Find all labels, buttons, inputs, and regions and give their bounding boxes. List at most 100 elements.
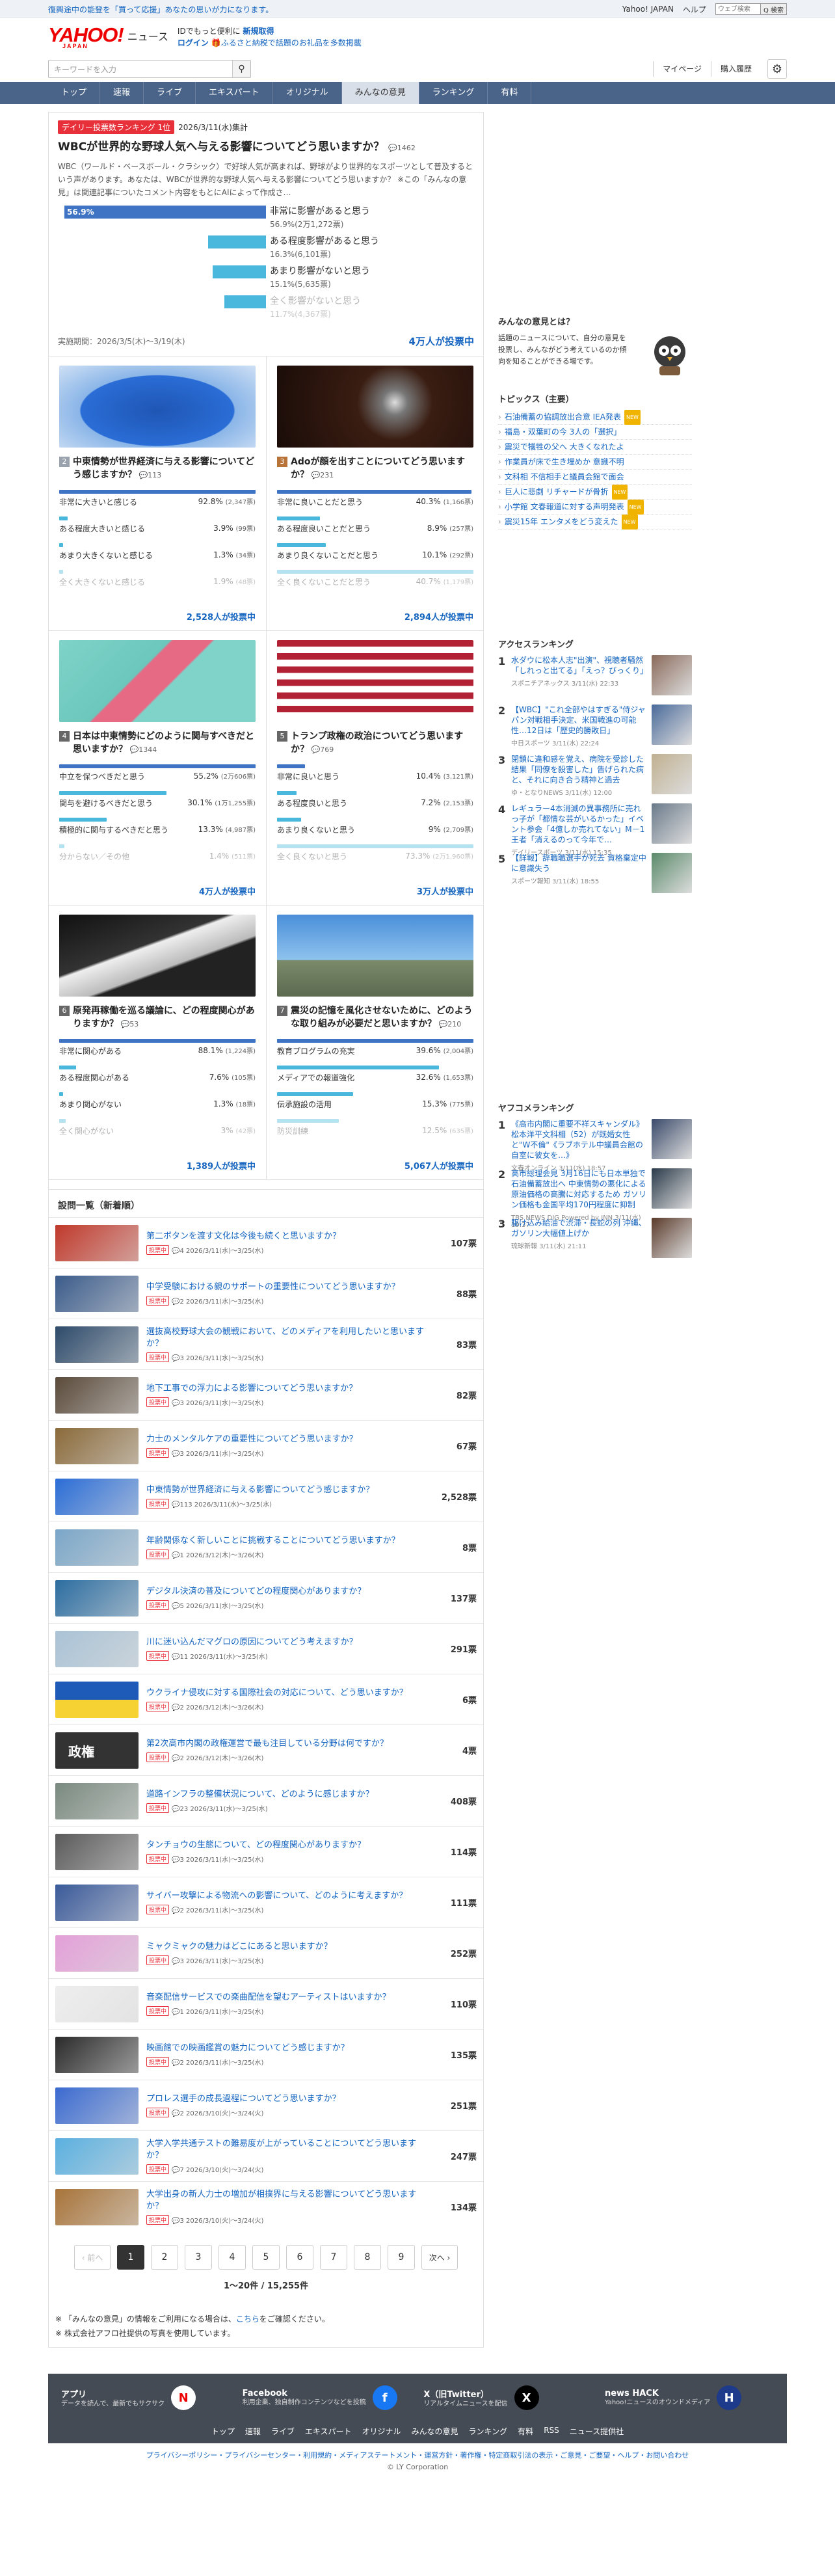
poll-option[interactable]: 中立を保つべきだと思う 55.2% (2万606票): [59, 764, 256, 782]
topic-item[interactable]: 震災で犠牲の父へ 大きくなれたよ: [498, 440, 692, 455]
question-title[interactable]: 第2次高市内閣の政権運営で最も注目している分野は何ですか？: [146, 1739, 388, 1749]
topic-item[interactable]: 震災15年 エンタメをどう変えたNEW: [498, 514, 692, 530]
ranking-thumbnail[interactable]: [652, 853, 692, 893]
question-item[interactable]: 第二ボタンを渡す文化は今後も続くと思いますか？ 投票中 💬4 2026/3/11(水…: [49, 1217, 483, 1268]
ranking-thumbnail[interactable]: [652, 1168, 692, 1209]
question-item[interactable]: タンチョウの生態について、どの程度関心がありますか？ 投票中 💬3 2026/3/1…: [49, 1826, 483, 1877]
promo-link[interactable]: 復興途中の能登を「買って応援」あなたの思いが力になります。: [48, 4, 273, 15]
footer-link[interactable]: 有料: [518, 2426, 533, 2437]
question-title[interactable]: ミャクミャクの魅力はどこにあると思いますか？: [146, 1942, 332, 1952]
poll-card-image[interactable]: [59, 915, 256, 997]
nav-item-1[interactable]: トップ: [48, 82, 101, 104]
question-title[interactable]: デジタル決済の普及についてどの程度関心がありますか？: [146, 1587, 365, 1596]
footer-link[interactable]: トップ: [211, 2426, 235, 2437]
nav-item-3[interactable]: ライブ: [144, 82, 196, 104]
poll-card-votes-link[interactable]: 1,389人が投票中: [187, 1159, 256, 1172]
signup-link[interactable]: 新規取得: [243, 27, 274, 36]
ranking-title[interactable]: レギュラー4本消滅の異事務所に売れっ子が「都情な芸がいるかった」イベント参会「4…: [511, 803, 646, 845]
poll-card-votes-link[interactable]: 4万人が投票中: [199, 885, 256, 897]
footer-link[interactable]: オリジナル: [362, 2426, 401, 2437]
mini-search-button[interactable]: Q 検索: [760, 3, 787, 15]
question-thumbnail[interactable]: [55, 1224, 139, 1261]
question-title[interactable]: 中学受験における親のサポートの重要性についてどう思いますか？: [146, 1282, 400, 1292]
question-item[interactable]: 音楽配信サービスでの楽曲配信を望むアーティストはいますか？ 投票中 💬1 2026/…: [49, 1978, 483, 2029]
question-thumbnail[interactable]: [55, 2036, 139, 2073]
poll-card-image[interactable]: [59, 640, 256, 722]
yahoo-top-link[interactable]: Yahoo! JAPAN: [622, 5, 674, 14]
pager-page-6[interactable]: 6: [286, 2245, 313, 2270]
ranking-thumbnail[interactable]: [652, 1119, 692, 1159]
ranking-item[interactable]: 4 レギュラー4本消滅の異事務所に売れっ子が「都情な芸がいるかった」イベント参会「…: [498, 803, 692, 857]
question-title[interactable]: 道路インフラの整備状況について、どのように感じますか？: [146, 1790, 374, 1799]
newshack-icon[interactable]: H: [717, 2385, 742, 2410]
pager-page-5[interactable]: 5: [252, 2245, 280, 2270]
poll-option[interactable]: 非常に大きいと感じる 92.8% (2,347票): [59, 490, 256, 507]
purchase-history-link[interactable]: 購入履歴: [710, 61, 761, 77]
ranking-thumbnail[interactable]: [652, 655, 692, 695]
pager-page-4[interactable]: 4: [219, 2245, 246, 2270]
pager-page-2[interactable]: 2: [151, 2245, 178, 2270]
ranking-item[interactable]: 2 【WBC】"これ全部やはすぎる"侍ジャパン対戦相手決定、米国戦進の可能性…12…: [498, 704, 692, 747]
pager-page-1[interactable]: 1: [117, 2245, 144, 2270]
question-thumbnail[interactable]: [55, 1326, 139, 1363]
question-title[interactable]: サイバー攻撃による物流への影響について、どのように考えますか？: [146, 1891, 407, 1901]
featured-title[interactable]: WBCが世界的な野球人気へ与える影響についてどう思いますか？ 💬1462: [58, 139, 474, 156]
topic-item[interactable]: 小学館 文春報道に対する声明発表NEW: [498, 499, 692, 515]
question-title[interactable]: ウクライナ侵攻に対する国際社会の対応について、どう思いますか？: [146, 1688, 408, 1698]
mypage-link[interactable]: マイページ: [653, 61, 711, 77]
poll-option[interactable]: 関与を避けるべきだと思う 30.1% (1万1,255票): [59, 791, 256, 809]
help-link[interactable]: ヘルプ: [683, 4, 706, 15]
question-item[interactable]: 選抜高校野球大会の観戦において、どのメディアを利用したいと思いますか？ 投票中 💬3…: [49, 1319, 483, 1369]
ranking-title[interactable]: 高市総理会見 3月16日にも日本単独で石油備蓄放出へ 中東情勢の悪化による原油価…: [511, 1168, 646, 1210]
ranking-item[interactable]: 3 駆け込み給油で渋滞・長蛇の列 沖縄、ガソリン大幅値上げか 琉球新報 3/11(水…: [498, 1218, 692, 1258]
x-icon[interactable]: X: [514, 2385, 539, 2410]
poll-card-title[interactable]: 7 震災の記憶を風化させないために、どのような取り組みが必要だと思いますか？ 💬2…: [277, 1004, 473, 1031]
question-item[interactable]: プロレス選手の成長過程についてどう思いますか？ 投票中 💬2 2026/3/10(火…: [49, 2080, 483, 2130]
question-title[interactable]: 映画館での映画鑑賞の魅力についてどう感じますか？: [146, 2043, 349, 2053]
furusato-link[interactable]: ふるさと納税で話題のお礼品を多数掲載: [221, 38, 362, 47]
question-title[interactable]: 力士のメンタルケアの重要性についてどう思いますか？: [146, 1434, 358, 1444]
poll-option[interactable]: 非常に関心がある 88.1% (1,224票): [59, 1039, 256, 1056]
poll-card-title[interactable]: 6 原発再稼働を巡る議論に、どの程度関心がありますか？ 💬53: [59, 1004, 256, 1031]
question-item[interactable]: ウクライナ侵攻に対する国際社会の対応について、どう思いますか？ 投票中 💬2 202…: [49, 1674, 483, 1724]
topic-item[interactable]: 巨人に悲劇 リチャードが骨折NEW: [498, 484, 692, 500]
poll-card-votes-link[interactable]: 3万人が投票中: [417, 885, 473, 897]
poll-card-image[interactable]: [59, 366, 256, 448]
topic-item[interactable]: 文科相 不信相手と議員会館で面会: [498, 470, 692, 485]
ranking-item[interactable]: 5 【詳報】辞職職選手が死去 資格棄定中に意識失う スポーツ報知 3/11(水) 1…: [498, 853, 692, 893]
poll-card-votes-link[interactable]: 2,528人が投票中: [187, 610, 256, 623]
question-title[interactable]: 年齢関係なく新しいことに挑戦することについてどう思いますか？: [146, 1536, 400, 1546]
question-title[interactable]: 大学出身の新人力士の増加が相撲界に与える影響についてどう思いますか？: [146, 2190, 416, 2211]
poll-card-votes-link[interactable]: 5,067人が投票中: [404, 1159, 473, 1172]
question-item[interactable]: デジタル決済の普及についてどの程度関心がありますか？ 投票中 💬5 2026/3/1…: [49, 1572, 483, 1623]
poll-option[interactable]: 非常に良いと思う 10.4% (3,121票): [277, 764, 473, 782]
question-thumbnail[interactable]: [55, 1630, 139, 1667]
news-logo[interactable]: ニュース: [127, 28, 168, 44]
nav-item-8[interactable]: 有料: [488, 82, 532, 104]
ranking-title[interactable]: 駆け込み給油で渋滞・長蛇の列 沖縄、ガソリン大幅値上げか: [511, 1218, 646, 1239]
search-icon[interactable]: ⚲: [232, 60, 250, 77]
poll-card-image[interactable]: [277, 915, 473, 997]
question-thumbnail[interactable]: [55, 1376, 139, 1414]
pager-page-7[interactable]: 7: [320, 2245, 347, 2270]
question-item[interactable]: 映画館での映画鑑賞の魅力についてどう感じますか？ 投票中 💬2 2026/3/11(…: [49, 2029, 483, 2080]
nav-item-2[interactable]: 速報: [100, 82, 144, 104]
poll-option[interactable]: 伝承施設の活用 15.3% (775票): [277, 1092, 473, 1110]
question-item[interactable]: 中学受験における親のサポートの重要性についてどう思いますか？ 投票中 💬2 2026…: [49, 1268, 483, 1319]
featured-option[interactable]: 非常に影響があると思う 56.9%(2万1,272票): [270, 204, 474, 234]
gear-icon[interactable]: ⚙: [767, 59, 787, 79]
question-thumbnail[interactable]: [55, 1681, 139, 1718]
question-thumbnail[interactable]: [55, 2138, 139, 2175]
poll-option[interactable]: ある程度良いことだと思う 8.9% (257票): [277, 517, 473, 534]
ranking-thumbnail[interactable]: [652, 1218, 692, 1258]
poll-option[interactable]: 非常に良いことだと思う 40.3% (1,166票): [277, 490, 473, 507]
topic-item[interactable]: 石油備蓄の協調放出合意 IEA発表NEW: [498, 409, 692, 425]
question-item[interactable]: 力士のメンタルケアの重要性についてどう思いますか？ 投票中 💬3 2026/3/11…: [49, 1420, 483, 1471]
question-title[interactable]: 大学入学共通テストの難易度が上がっていることについてどう思いますか？: [146, 2139, 416, 2160]
poll-option[interactable]: あまり良くないことだと思う 10.1% (292票): [277, 543, 473, 561]
poll-option[interactable]: 積極的に関与するべきだと思う 13.3% (4,987票): [59, 818, 256, 835]
footer-link[interactable]: RSS: [544, 2426, 559, 2437]
question-title[interactable]: 選抜高校野球大会の観戦において、どのメディアを利用したいと思いますか？: [146, 1327, 424, 1348]
poll-card-image[interactable]: [277, 640, 473, 722]
topic-item[interactable]: 福島・双葉町の今 3人の「選択」: [498, 425, 692, 440]
